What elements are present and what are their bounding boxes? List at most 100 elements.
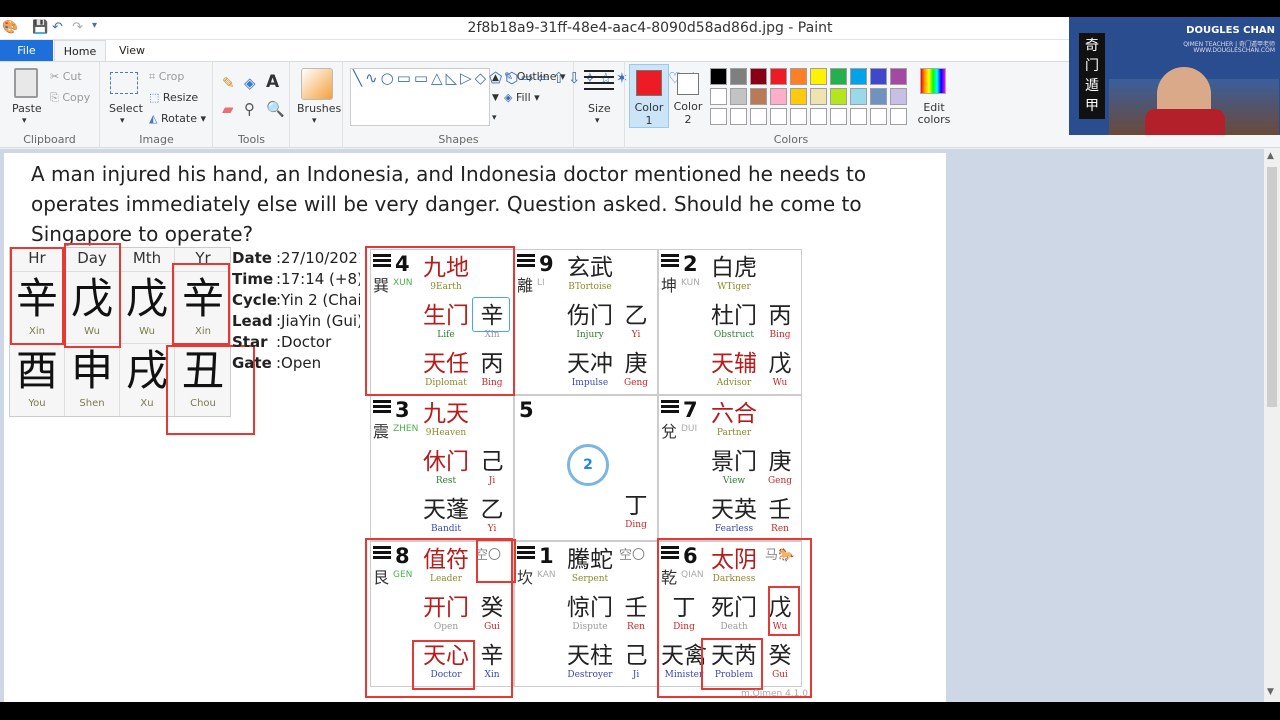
- rotate-chart-label: 2: [583, 457, 593, 473]
- color-swatch[interactable]: [750, 88, 767, 105]
- resize-button[interactable]: ⬚ Resize: [149, 91, 198, 104]
- color-swatch[interactable]: [710, 68, 727, 85]
- crop-button[interactable]: ⌗ Crop: [149, 70, 184, 84]
- color2-button[interactable]: Color 2: [674, 64, 702, 128]
- deity: 玄武 BTortoise: [567, 254, 613, 293]
- door-en: Injury: [576, 330, 604, 340]
- eraser-icon[interactable]: ▰: [222, 100, 234, 118]
- palace-9[interactable]: 9 離 LI 玄武 BTortoise 伤门 Injury 乙 Yi 天冲 Impulse 庚 Geng: [514, 249, 658, 395]
- deity: 白虎 WTiger: [711, 254, 757, 293]
- custom-color-swatch[interactable]: [710, 108, 727, 125]
- canvas[interactable]: A man injured his hand, an Indonesia, an…: [4, 153, 946, 702]
- door-en: View: [722, 476, 746, 486]
- heaven-stem-en: Geng: [767, 476, 793, 486]
- brushes-button[interactable]: Brushes: [297, 102, 341, 115]
- palace-3[interactable]: 3 震 ZHEN 九天 9Heaven 休门 Rest 己 Ji 天蓬 Bandit 乙 Yi: [370, 395, 514, 541]
- custom-color-swatch[interactable]: [730, 108, 747, 125]
- custom-color-swatch[interactable]: [810, 108, 827, 125]
- palace-5[interactable]: 5 2 丁 Ding: [514, 395, 658, 541]
- magnifier-icon[interactable]: 🔍: [266, 100, 285, 118]
- color-swatch[interactable]: [850, 88, 867, 105]
- color-swatch[interactable]: [770, 88, 787, 105]
- tab-home[interactable]: Home: [54, 40, 106, 61]
- rotate-button[interactable]: ◭ Rotate ▾: [149, 112, 206, 125]
- color-swatch[interactable]: [730, 68, 747, 85]
- color-swatch[interactable]: [790, 88, 807, 105]
- color-swatch[interactable]: [870, 68, 887, 85]
- brushes-dropdown-icon[interactable]: ▾: [312, 116, 317, 126]
- color-swatch[interactable]: [890, 88, 907, 105]
- copy-button[interactable]: ⎘ Copy: [50, 91, 90, 105]
- color-swatch[interactable]: [870, 88, 887, 105]
- trigram-icon: [373, 400, 391, 414]
- scroll-down-icon[interactable]: ▼: [1267, 687, 1274, 697]
- palace-2[interactable]: 2 坤 KUN 白虎 WTiger 杜门 Obstruct 丙 Bing 天辅 Advisor 戊 Wu: [658, 249, 802, 395]
- color-swatch[interactable]: [830, 68, 847, 85]
- star: 天英 Fearless: [711, 496, 757, 535]
- color-swatch[interactable]: [810, 68, 827, 85]
- door: 休门 Rest: [423, 448, 469, 487]
- earth-stem: 丁 Ding: [613, 492, 659, 531]
- select-button[interactable]: Select: [109, 102, 143, 115]
- edit-colors-icon[interactable]: [920, 68, 946, 94]
- color1-button[interactable]: Color 1: [629, 64, 669, 128]
- size-button[interactable]: Size: [588, 102, 611, 115]
- shapes-scroll-icon[interactable]: ▲ ▼ ▾: [492, 68, 499, 128]
- palace-7[interactable]: 7 兌 DUI 六合 Partner 景门 View 庚 Geng 天英 Fearless 壬 Ren: [658, 395, 802, 541]
- tab-view[interactable]: View: [108, 40, 156, 61]
- rotate-chart-button[interactable]: 2: [567, 444, 609, 486]
- trigram-en: ZHEN: [393, 424, 419, 434]
- earth-stem-en: Geng: [623, 378, 649, 388]
- text-icon[interactable]: A: [266, 72, 279, 92]
- door: 杜门 Obstruct: [711, 302, 757, 341]
- color-swatch[interactable]: [770, 68, 787, 85]
- select-icon[interactable]: [110, 72, 138, 94]
- custom-color-swatch[interactable]: [830, 108, 847, 125]
- color-picker-icon[interactable]: ⚲: [244, 100, 255, 118]
- fill-button[interactable]: ◈ Fill ▾: [504, 91, 540, 104]
- info-time: Time:17:14 (+8): [232, 270, 360, 288]
- palace-1[interactable]: 1 坎 KAN 騰蛇 Serpent 惊门 Dispute 壬 Ren 天柱 Destroyer 己 J…: [514, 541, 658, 687]
- size-dropdown-icon[interactable]: ▾: [595, 116, 600, 126]
- custom-color-swatch[interactable]: [850, 108, 867, 125]
- custom-color-swatch[interactable]: [750, 108, 767, 125]
- clipboard-group: Paste ▾ ✂ Cut ⎘ Copy Clipboard: [0, 62, 100, 148]
- color-swatch[interactable]: [790, 68, 807, 85]
- stem-en: Wu: [139, 326, 155, 337]
- custom-color-swatch[interactable]: [790, 108, 807, 125]
- earth-stem-char: 己: [624, 643, 648, 669]
- scroll-up-icon[interactable]: ▲: [1267, 151, 1274, 161]
- deity-en: BTortoise: [568, 282, 612, 292]
- heaven-stem: 庚 Geng: [757, 448, 803, 487]
- select-dropdown-icon[interactable]: ▾: [120, 116, 125, 126]
- fill-icon[interactable]: ◈: [244, 74, 256, 92]
- color-swatch[interactable]: [810, 88, 827, 105]
- crop-icon: ⌗: [149, 70, 156, 83]
- brush-icon[interactable]: [301, 68, 333, 100]
- color-swatch[interactable]: [830, 88, 847, 105]
- image-group: Select ▾ ⌗ Crop ⬚ Resize ◭ Rotate ▾ Imag…: [101, 62, 213, 148]
- tab-file[interactable]: File: [0, 40, 53, 61]
- image-group-label: Image: [139, 133, 174, 146]
- shapes-gallery[interactable]: ╲∿○▭▭△◺▷◇⬠⬡⇨⇦⇧⇩✧☆✶◯▢♡⚡: [350, 68, 695, 126]
- custom-color-swatch[interactable]: [890, 108, 907, 125]
- highlight-box: [768, 586, 800, 636]
- paste-button[interactable]: Paste: [12, 102, 42, 115]
- color-swatch[interactable]: [850, 68, 867, 85]
- pencil-icon[interactable]: ✎: [222, 74, 235, 92]
- color-swatch[interactable]: [750, 68, 767, 85]
- color-swatch[interactable]: [890, 68, 907, 85]
- paste-icon[interactable]: [14, 68, 38, 98]
- custom-color-swatch[interactable]: [770, 108, 787, 125]
- edit-colors-button[interactable]: Edit colors: [914, 102, 954, 126]
- scroll-thumb[interactable]: [1267, 167, 1277, 407]
- presenter-name: DOUGLES CHAN: [1186, 25, 1275, 36]
- color-swatch[interactable]: [710, 88, 727, 105]
- vertical-scrollbar[interactable]: ▲ ▼: [1264, 149, 1280, 702]
- cut-button[interactable]: ✂ Cut: [50, 70, 82, 83]
- color-swatch[interactable]: [730, 88, 747, 105]
- custom-color-swatch[interactable]: [870, 108, 887, 125]
- paste-dropdown-icon[interactable]: ▾: [22, 116, 27, 126]
- outline-button[interactable]: ✎ Outline ▾: [504, 70, 566, 83]
- line-size-icon[interactable]: [584, 70, 614, 94]
